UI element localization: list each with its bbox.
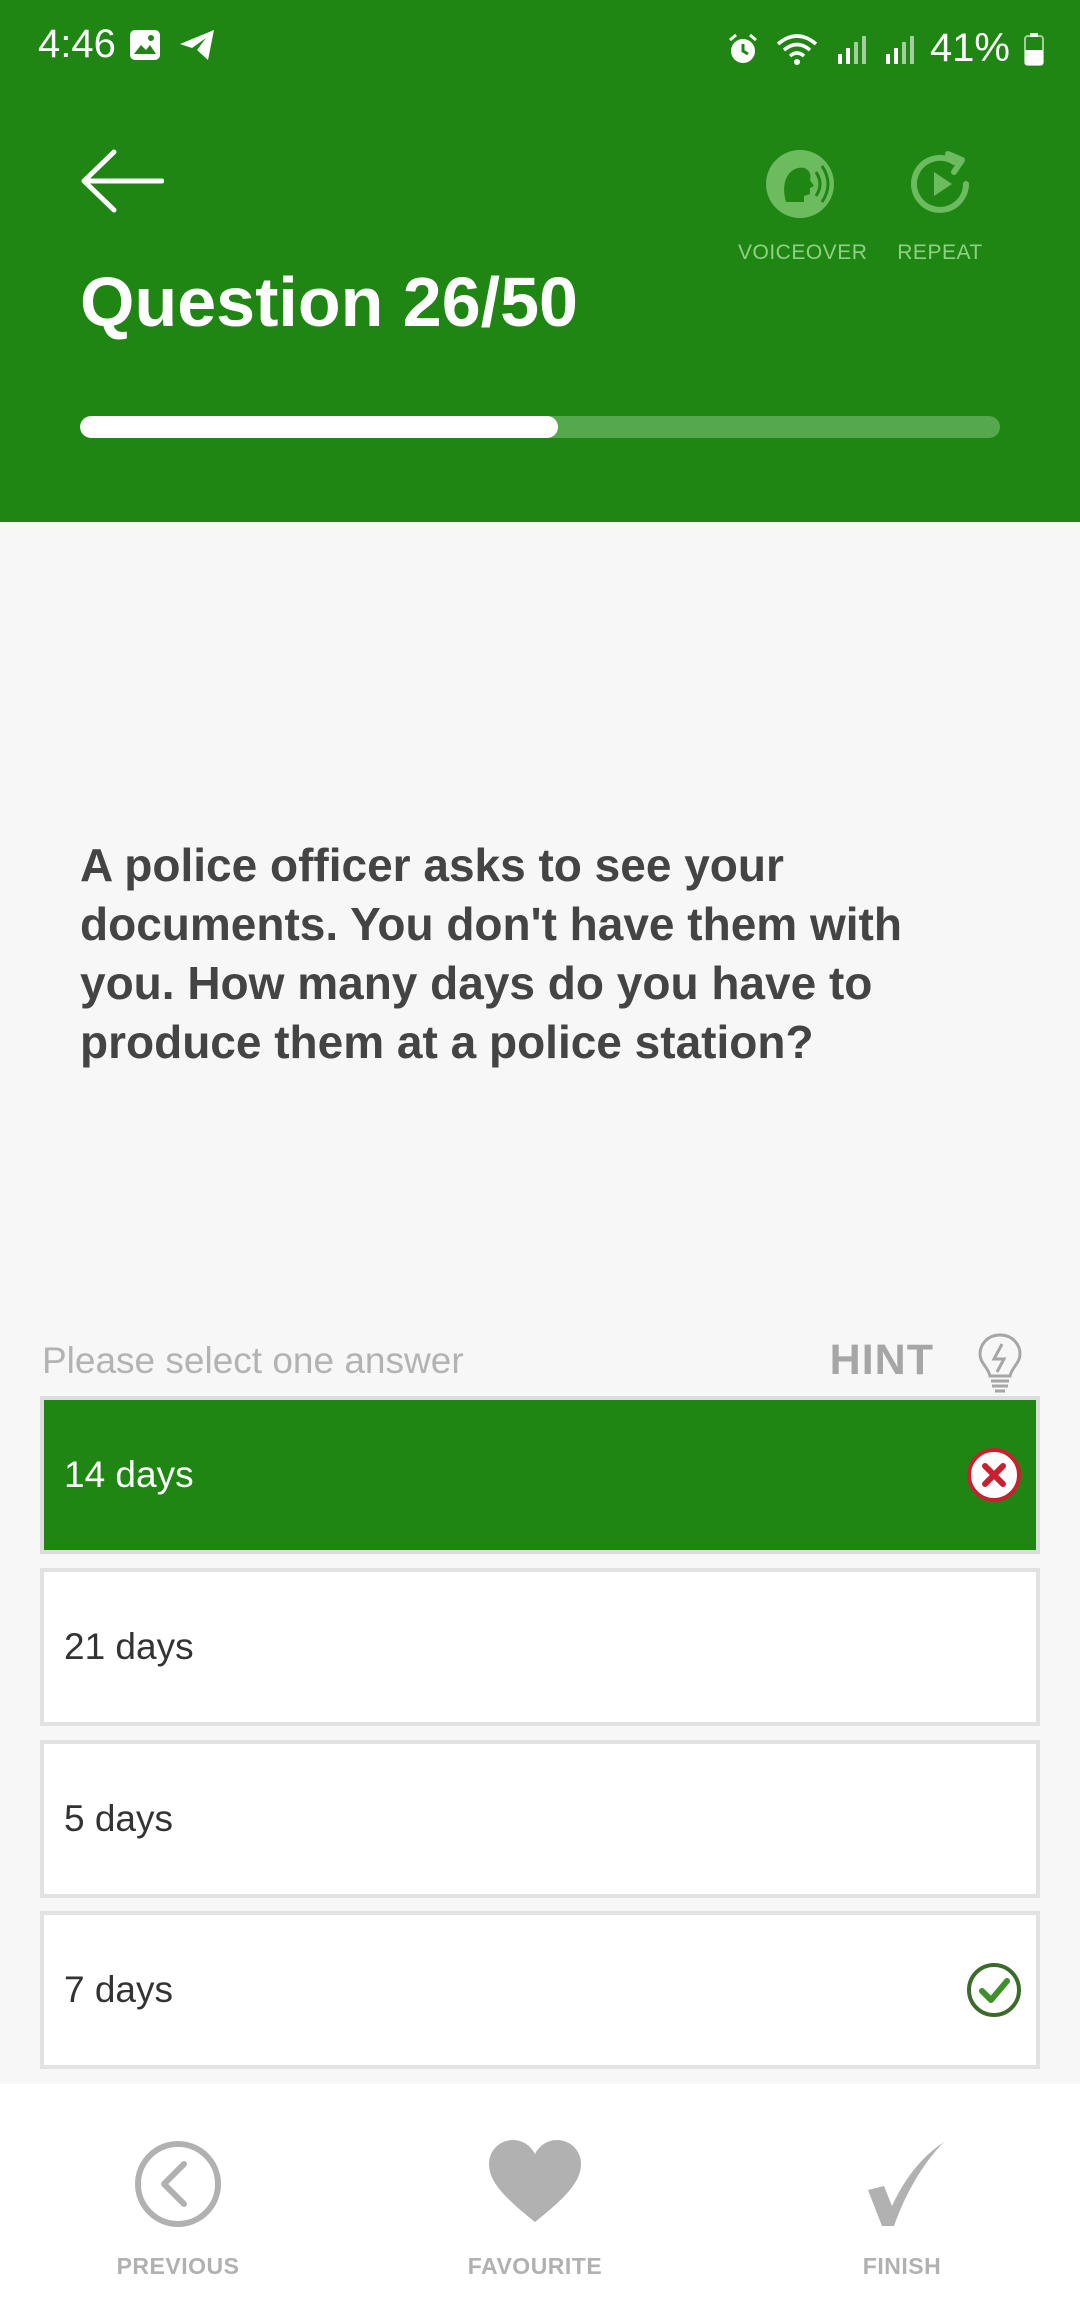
answer-label: 14 days — [64, 1454, 194, 1495]
signal-icon — [837, 35, 866, 64]
answer-option[interactable]: 21 days — [40, 1568, 1040, 1726]
gallery-icon — [130, 30, 160, 60]
previous-label: PREVIOUS — [116, 2253, 240, 2279]
favourite-button[interactable]: FAVOURITE — [435, 2134, 635, 2280]
answer-label: 21 days — [64, 1626, 194, 1667]
status-time: 4:46 — [38, 22, 116, 66]
answer-option[interactable]: 14 days — [40, 1396, 1040, 1554]
answer-option[interactable]: 5 days — [40, 1740, 1040, 1898]
question-progress-bar — [80, 416, 1000, 438]
check-icon — [967, 1963, 1021, 2017]
telegram-icon — [180, 30, 214, 60]
alarm-icon — [728, 33, 757, 63]
voiceover-label: VOICEOVER — [738, 241, 868, 264]
voiceover-button[interactable]: VOICEOVER — [738, 148, 868, 265]
battery-icon — [1024, 32, 1044, 66]
heart-icon — [489, 2140, 581, 2222]
battery-percent: 41% — [929, 26, 1010, 70]
hint-button[interactable]: HINT — [830, 1336, 934, 1385]
voiceover-icon — [766, 150, 834, 218]
answer-prompt: Please select one answer — [42, 1340, 464, 1381]
finish-button[interactable]: FINISH — [802, 2134, 1002, 2280]
status-bar: 4:46 41% — [0, 0, 1080, 96]
answer-option[interactable]: 7 days — [40, 1911, 1040, 2069]
question-text: A police officer asks to see your docume… — [80, 839, 902, 1068]
signal-icon-2 — [885, 35, 914, 64]
page-title: Question 26/50 — [80, 263, 578, 341]
arrow-left-icon — [81, 149, 165, 213]
answer-prompt-row: Please select one answer HINT — [42, 1332, 1038, 1394]
status-system-icons: 41% — [726, 26, 1044, 71]
finish-label: FINISH — [862, 2253, 942, 2279]
replay-icon — [911, 151, 969, 213]
progress-fill — [80, 416, 559, 438]
header: 4:46 41% VOICEOVER REPEAT Question 26/50 — [0, 0, 1080, 522]
repeat-label: REPEAT — [897, 241, 983, 264]
lightbulb-icon[interactable] — [976, 1332, 1024, 1394]
cross-icon — [967, 1448, 1021, 1502]
previous-button[interactable]: PREVIOUS — [78, 2134, 278, 2280]
bottom-navigation: PREVIOUS FAVOURITE FINISH — [0, 2084, 1080, 2316]
checkmark-icon — [868, 2142, 944, 2226]
status-notifications — [128, 28, 218, 62]
wifi-icon — [776, 33, 818, 65]
favourite-label: FAVOURITE — [467, 2253, 603, 2279]
answer-label: 7 days — [64, 1969, 174, 2010]
answer-label: 5 days — [64, 1798, 174, 1839]
chevron-left-circle-icon — [135, 2141, 221, 2227]
back-button[interactable] — [80, 148, 165, 214]
repeat-button[interactable]: REPEAT — [880, 148, 1000, 265]
